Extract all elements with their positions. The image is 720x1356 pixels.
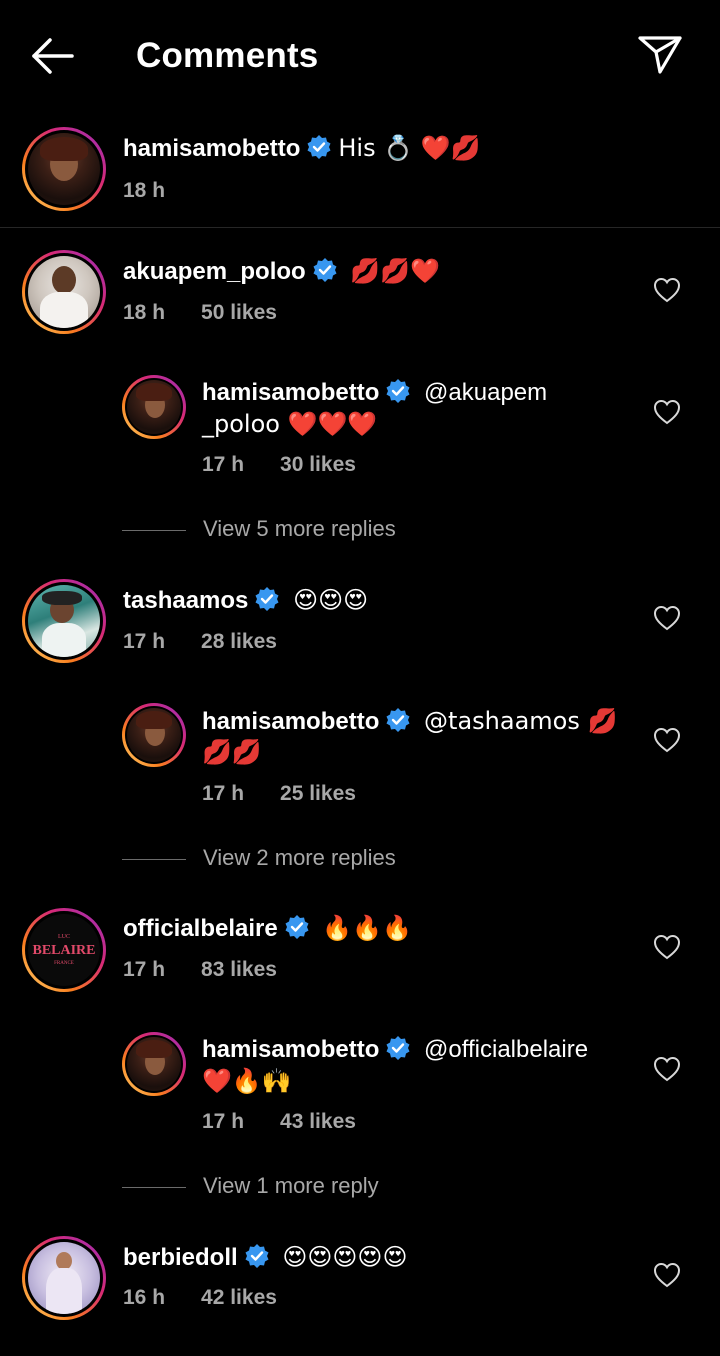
verified-badge-icon <box>255 587 279 611</box>
comment-time: 16 h <box>123 1286 166 1309</box>
comment-username[interactable]: hamisamobetto <box>202 379 379 406</box>
comment-likes[interactable]: 28 likes <box>201 630 277 653</box>
comment-meta: 17 h 30 likes <box>202 453 392 477</box>
mention-link[interactable]: @akuapem <box>424 379 547 406</box>
comment-username[interactable]: hamisamobetto <box>202 1036 379 1063</box>
verified-badge-icon <box>386 708 410 732</box>
verified-badge-icon <box>245 1244 269 1268</box>
comment-username[interactable]: berbiedoll <box>123 1244 238 1271</box>
view-more-replies-label: View 2 more replies <box>203 845 396 870</box>
page-title: Comments <box>136 36 319 75</box>
comment-likes[interactable]: 50 likes <box>201 301 277 324</box>
divider <box>122 859 186 860</box>
comment-time: 17 h <box>123 958 166 981</box>
heart-icon[interactable] <box>653 399 681 425</box>
comment-time: 17 h <box>202 453 245 476</box>
view-more-replies-button[interactable]: View 1 more reply <box>122 1173 522 1203</box>
svg-text:LUC: LUC <box>58 934 70 940</box>
svg-text:BELAIRE: BELAIRE <box>32 943 95 958</box>
view-more-replies-button[interactable]: View 5 more replies <box>122 516 522 546</box>
comment-time: 17 h <box>202 782 245 805</box>
verified-badge-icon <box>285 915 309 939</box>
comment-likes[interactable]: 30 likes <box>280 453 356 476</box>
comment-meta: 17 h 43 likes <box>202 1110 392 1134</box>
heart-icon[interactable] <box>653 277 681 303</box>
avatar[interactable] <box>22 1236 106 1320</box>
comment-meta: 17 h 25 likes <box>202 782 392 806</box>
comment-text: ❤️🔥🙌 <box>202 1067 292 1095</box>
svg-text:FRANCE: FRANCE <box>54 961 74 966</box>
comment-meta: 18 h <box>123 179 201 203</box>
comment-text: 💋💋 <box>202 738 262 766</box>
comment-username[interactable]: hamisamobetto <box>123 135 300 162</box>
back-arrow-icon[interactable] <box>26 32 78 80</box>
avatar[interactable] <box>22 579 106 663</box>
divider <box>122 530 186 531</box>
divider <box>122 1187 186 1188</box>
comment-text: His 💍 ❤️💋 <box>338 134 481 162</box>
avatar[interactable] <box>22 127 106 211</box>
heart-icon[interactable] <box>653 727 681 753</box>
comment-text: _poloo ❤️❤️❤️ <box>202 410 378 438</box>
comment-text: 💋💋❤️ <box>350 257 441 285</box>
comment-likes[interactable]: 83 likes <box>201 958 277 981</box>
header: Comments <box>0 0 720 110</box>
heart-icon[interactable] <box>653 1056 681 1082</box>
comment-likes[interactable]: 43 likes <box>280 1110 356 1133</box>
comment-meta: 17 h 28 likes <box>123 630 313 654</box>
verified-badge-icon <box>386 379 410 403</box>
comment-username[interactable]: officialbelaire <box>123 915 278 942</box>
mention-link[interactable]: @tashaamos 💋 <box>424 707 617 735</box>
heart-icon[interactable] <box>653 934 681 960</box>
comment-time: 18 h <box>123 179 166 202</box>
send-direct-icon[interactable] <box>634 30 686 78</box>
comment-username[interactable]: akuapem_poloo <box>123 258 306 285</box>
mention-link[interactable]: @officialbelaire <box>424 1036 588 1063</box>
verified-badge-icon <box>307 135 331 159</box>
comment-text: 😍😍😍 <box>293 586 369 614</box>
verified-badge-icon <box>313 258 337 282</box>
view-more-replies-label: View 5 more replies <box>203 516 396 541</box>
comment-username[interactable]: hamisamobetto <box>202 708 379 735</box>
comment-time: 18 h <box>123 301 166 324</box>
comment-meta: 16 h 42 likes <box>123 1286 313 1310</box>
post-caption: hamisamobetto His 💍 ❤️💋 18 h <box>0 110 720 228</box>
avatar[interactable] <box>22 250 106 334</box>
comment-text: 😍😍😍😍😍 <box>282 1243 408 1271</box>
verified-badge-icon <box>386 1036 410 1060</box>
view-more-replies-button[interactable]: View 2 more replies <box>122 845 522 875</box>
comment-username[interactable]: tashaamos <box>123 587 248 614</box>
comment-time: 17 h <box>202 1110 245 1133</box>
avatar[interactable] <box>122 375 186 439</box>
avatar[interactable] <box>122 1032 186 1096</box>
comment-text: 🔥🔥🔥 <box>322 914 413 942</box>
belaire-logo: LUC BELAIRE FRANCE <box>32 934 95 966</box>
comment-time: 17 h <box>123 630 166 653</box>
view-more-replies-label: View 1 more reply <box>203 1173 379 1198</box>
heart-icon[interactable] <box>653 605 681 631</box>
comment-likes[interactable]: 25 likes <box>280 782 356 805</box>
avatar[interactable] <box>122 703 186 767</box>
comment-meta: 18 h 50 likes <box>123 301 313 325</box>
avatar[interactable]: LUC BELAIRE FRANCE <box>22 908 106 992</box>
comment-meta: 17 h 83 likes <box>123 958 313 982</box>
comment-likes[interactable]: 42 likes <box>201 1286 277 1309</box>
heart-icon[interactable] <box>653 1262 681 1288</box>
